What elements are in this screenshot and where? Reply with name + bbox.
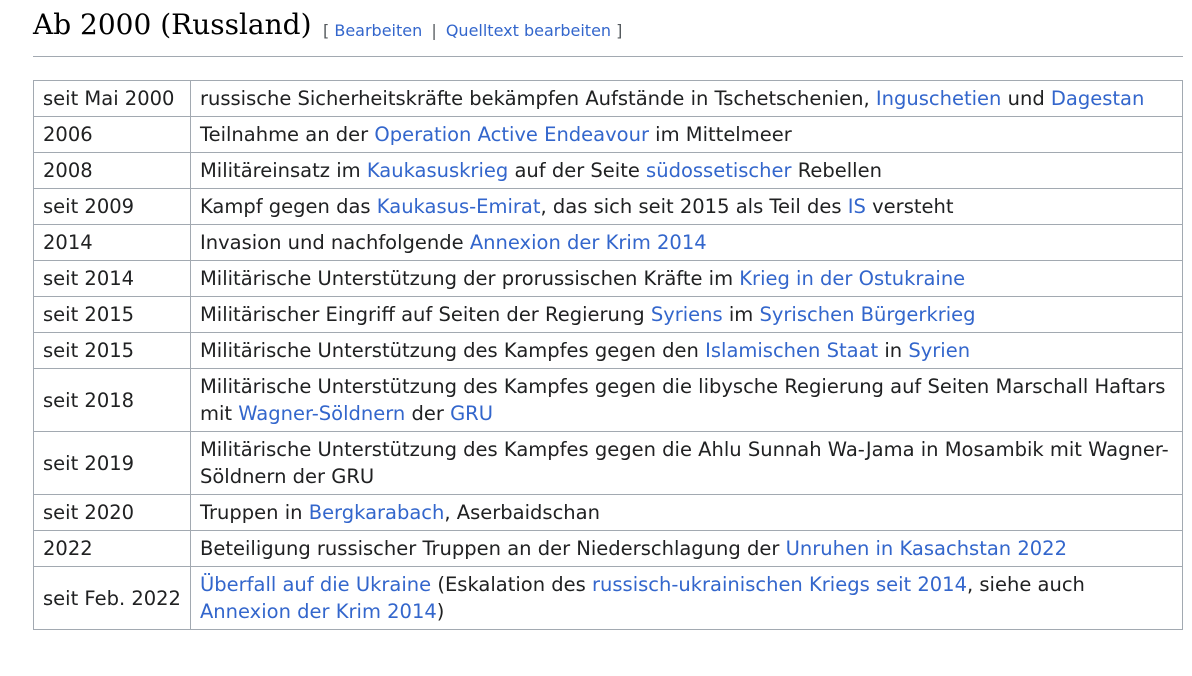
year-cell: 2014 [33,224,191,261]
table-row: seit 2019 Militärische Unterstützung des … [33,431,1184,495]
wiki-link[interactable]: Inguschetien [876,87,1002,110]
table-row: seit 2015 Militärischer Eingriff auf Seit… [33,296,1184,333]
year-cell: seit 2015 [33,296,191,333]
description-cell: Militärischer Eingriff auf Seiten der Re… [189,296,1184,333]
description-text: im [722,303,760,326]
description-text: , das sich seit 2015 als Teil des [540,195,848,218]
description-cell: Kampf gegen das Kaukasus-Emirat, das sic… [189,188,1184,225]
events-table-body: seit Mai 2000 russische Sicherheitskräfte… [33,80,1184,630]
description-text: ) [436,600,445,623]
description-text: Invasion und nachfolgende [199,231,470,254]
description-text: Militäreinsatz im [199,159,367,182]
table-row: seit 2014 Militärische Unterstützung der … [33,260,1184,297]
edit-section-links: [ Bearbeiten | Quelltext bearbeiten ] [323,21,622,40]
year-cell: 2022 [33,530,191,567]
description-cell: Invasion und nachfolgende Annexion der K… [189,224,1184,261]
description-cell: Militärische Unterstützung des Kampfes g… [189,332,1184,369]
description-cell: Militärische Unterstützung der prorussis… [189,260,1184,297]
section-title: Ab 2000 (Russland) [33,8,312,41]
wiki-link[interactable]: Krieg in der Ostukraine [739,267,965,290]
table-row: 2006 Teilnahme an der Operation Active En… [33,116,1184,153]
description-cell: Militärische Unterstützung des Kampfes g… [189,431,1184,495]
description-text: Militärische Unterstützung des Kampfes g… [199,339,706,362]
description-cell: Militäreinsatz im Kaukasuskrieg auf der … [189,152,1184,189]
description-text: Militärische Unterstützung des Kampfes g… [199,438,1169,488]
table-row: seit 2015 Militärische Unterstützung des … [33,332,1184,369]
edit-bracket-open: [ [323,21,330,40]
description-text: russische Sicherheitskräfte bekämpfen Au… [199,87,876,110]
description-text: in [878,339,909,362]
table-row: 2014 Invasion und nachfolgende Annexion d… [33,224,1184,261]
edit-link[interactable]: Bearbeiten [334,21,422,40]
edit-bracket-close: ] [616,21,623,40]
table-row: seit Feb. 2022 Überfall auf die Ukraine (… [33,566,1184,630]
year-cell: seit 2009 [33,188,191,225]
year-cell: 2008 [33,152,191,189]
description-text: Militärische Unterstützung der prorussis… [199,267,740,290]
description-text: im Mittelmeer [648,123,792,146]
wiki-link[interactable]: Kaukasuskrieg [367,159,508,182]
description-cell: russische Sicherheitskräfte bekämpfen Au… [189,80,1184,117]
events-table: seit Mai 2000 russische Sicherheitskräfte… [33,80,1184,630]
description-text: auf der Seite [508,159,647,182]
description-text: versteht [865,195,954,218]
table-row: 2008 Militäreinsatz im Kaukasuskrieg auf … [33,152,1184,189]
table-row: seit 2018 Militärische Unterstützung des … [33,368,1184,432]
wiki-link[interactable]: Bergkarabach [309,501,445,524]
description-cell: Truppen in Bergkarabach, Aserbaidschan [189,494,1184,531]
wiki-link[interactable]: russisch-ukrainischen Kriegs seit 2014 [592,573,967,596]
description-cell: Überfall auf die Ukraine (Eskalation des… [189,566,1184,630]
edit-separator: | [431,21,437,40]
table-row: 2022 Beteiligung russischer Truppen an de… [33,530,1184,567]
wiki-link[interactable]: GRU [450,402,493,425]
wiki-link[interactable]: Wagner-Söldnern [238,402,405,425]
section-header: Ab 2000 (Russland) [ Bearbeiten | Quellt… [33,6,1183,57]
year-cell: seit Mai 2000 [33,80,191,117]
edit-source-link[interactable]: Quelltext bearbeiten [446,21,611,40]
description-text: , Aserbaidschan [444,501,600,524]
description-cell: Beteiligung russischer Truppen an der Ni… [189,530,1184,567]
wiki-link[interactable]: IS [848,195,866,218]
year-cell: seit 2019 [33,431,191,495]
description-text: Militärischer Eingriff auf Seiten der Re… [199,303,651,326]
description-text: und [1001,87,1051,110]
year-cell: 2006 [33,116,191,153]
wiki-link[interactable]: Kaukasus-Emirat [377,195,541,218]
description-text: Truppen in [199,501,309,524]
wiki-link[interactable]: Syrien [908,339,970,362]
table-row: seit 2009 Kampf gegen das Kaukasus-Emirat… [33,188,1184,225]
description-text: der [405,402,451,425]
description-cell: Teilnahme an der Operation Active Endeav… [189,116,1184,153]
wiki-link[interactable]: Überfall auf die Ukraine [200,573,431,596]
wiki-link[interactable]: Operation Active Endeavour [374,123,649,146]
description-text: , siehe auch [967,573,1085,596]
wiki-link[interactable]: Dagestan [1051,87,1144,110]
year-cell: seit 2015 [33,332,191,369]
description-text: Kampf gegen das [199,195,377,218]
table-row: seit Mai 2000 russische Sicherheitskräfte… [33,80,1184,117]
wiki-link[interactable]: Syriens [651,303,723,326]
year-cell: seit 2018 [33,368,191,432]
year-cell: seit 2014 [33,260,191,297]
wiki-link[interactable]: Annexion der Krim 2014 [470,231,707,254]
year-cell: seit Feb. 2022 [33,566,191,630]
year-cell: seit 2020 [33,494,191,531]
wiki-link[interactable]: Islamischen Staat [705,339,878,362]
description-text: Teilnahme an der [199,123,375,146]
description-text: Beteiligung russischer Truppen an der Ni… [199,537,786,560]
wiki-link[interactable]: Annexion der Krim 2014 [200,600,437,623]
description-text: (Eskalation des [431,573,592,596]
wiki-link[interactable]: Unruhen in Kasachstan 2022 [786,537,1067,560]
description-text: Rebellen [791,159,882,182]
description-cell: Militärische Unterstützung des Kampfes g… [189,368,1184,432]
wiki-link[interactable]: Syrischen Bürgerkrieg [760,303,976,326]
table-row: seit 2020 Truppen in Bergkarabach, Aserba… [33,494,1184,531]
wiki-link[interactable]: südossetischer [646,159,791,182]
